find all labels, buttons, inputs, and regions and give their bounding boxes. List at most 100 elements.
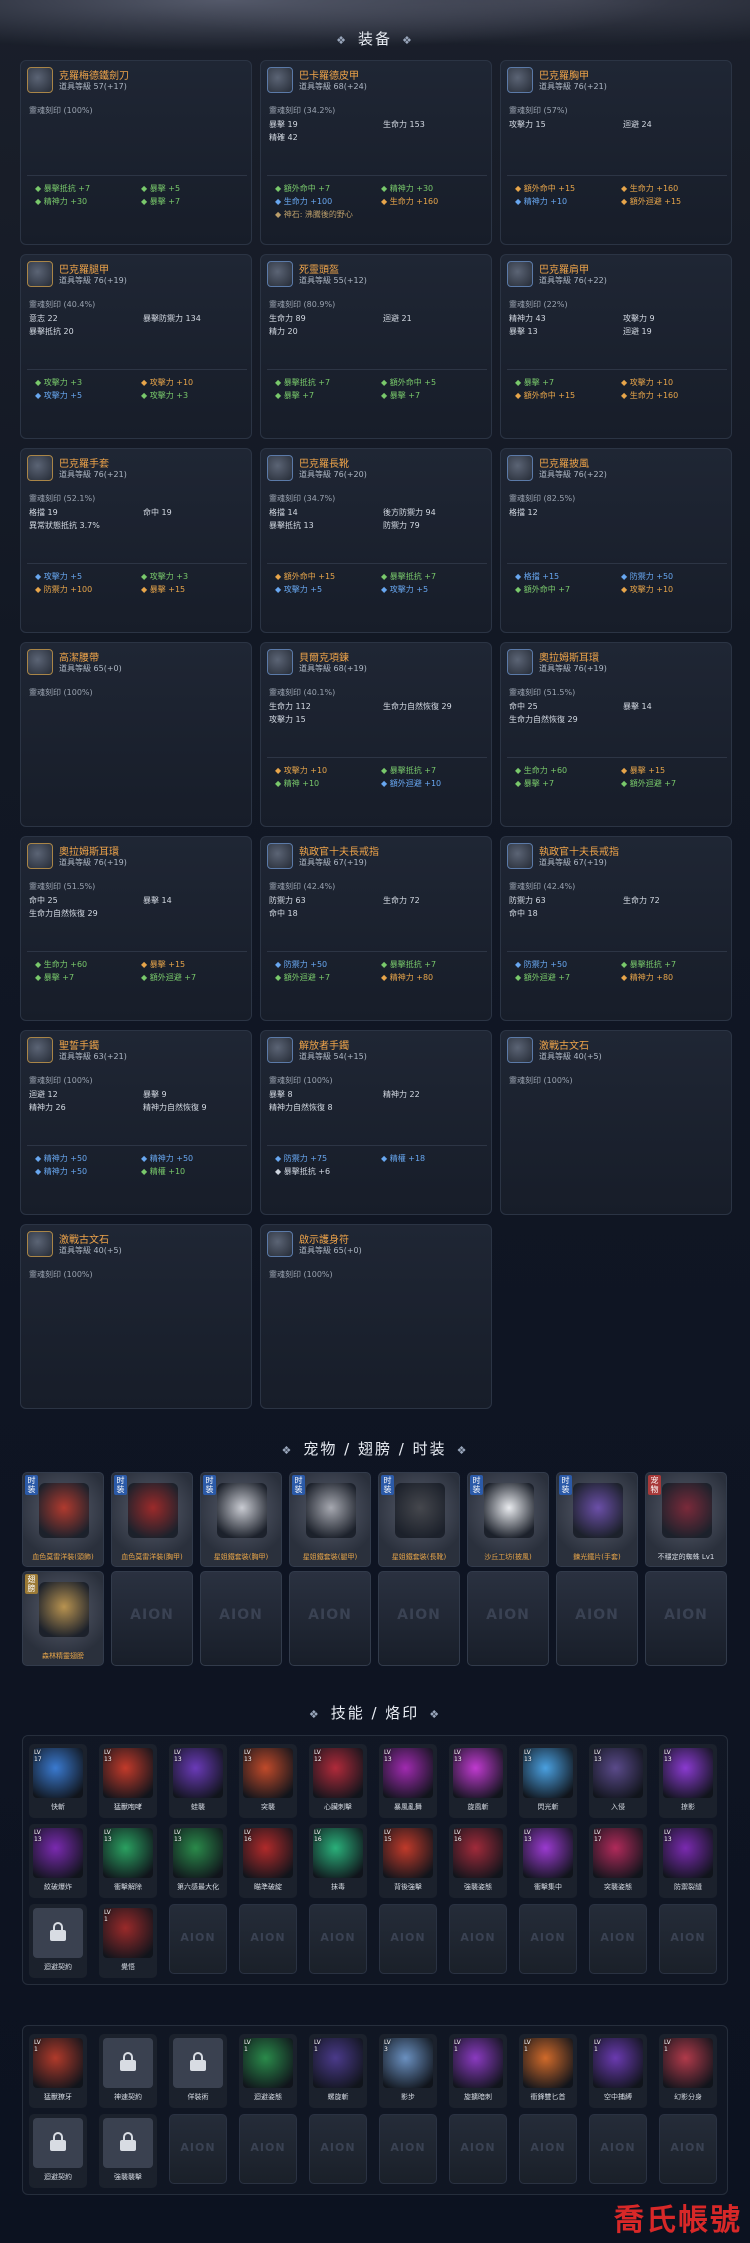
equipment-card[interactable]: 巴克羅手套 道具等級 76(+21) 靈魂刻印 (52.1%) 格擋 19 命中 19 異… [20, 448, 252, 633]
equipment-card[interactable]: 貝爾克項鍊 道具等級 68(+19) 靈魂刻印 (40.1%) 生命力 112 生命力自… [260, 642, 492, 827]
empty-skill-slot: AION [659, 2114, 717, 2184]
equipment-card[interactable]: 巴克羅腿甲 道具等級 76(+19) 靈魂刻印 (40.4%) 意志 22 暴擊防禦力 … [20, 254, 252, 439]
skill-slot[interactable]: LV 1 螺旋斬 [309, 2034, 367, 2108]
equipment-card[interactable]: 解放者手鐲 道具等級 54(+15) 靈魂刻印 (100%) 暴擊 8 精神力 22 精神… [260, 1030, 492, 1215]
skill-slot[interactable]: 迴避契約 [29, 1904, 87, 1978]
costume-slot[interactable]: 时装 星姐鐵套裝(長靴) [378, 1472, 460, 1567]
equipment-card[interactable]: 巴克羅肩甲 道具等級 76(+22) 靈魂刻印 (22%) 精神力 43 攻擊力 9 暴擊… [500, 254, 732, 439]
stat-value: 生命力 112 [269, 702, 311, 711]
skill-slot[interactable]: LV 1 空中捕縛 [589, 2034, 647, 2108]
costume-slot[interactable]: 时装 血色莫雷洋裝(胸甲) [111, 1472, 193, 1567]
skill-slot[interactable]: LV 13 第六感最大化 [169, 1824, 227, 1898]
costume-slot[interactable]: 时装 沙丘工坊(披風) [467, 1472, 549, 1567]
skill-slot[interactable]: LV 13 紋破爆炸 [29, 1824, 87, 1898]
equipment-card[interactable]: 聖誓手鐲 道具等級 63(+21) 靈魂刻印 (100%) 迴避 12 暴擊 9 精神力 … [20, 1030, 252, 1215]
equipment-card[interactable]: 激戰古文石 道具等級 40(+5) 靈魂刻印 (100%) [500, 1030, 732, 1215]
skill-slot[interactable]: LV 13 閃光斬 [519, 1744, 577, 1818]
bonus-value: ◆ 暴擊 +7 [35, 973, 75, 982]
skill-slot[interactable]: LV 13 防禦裂縫 [659, 1824, 717, 1898]
card-header: 死靈頭盔 道具等級 55(+12) [267, 261, 487, 291]
skill-slot[interactable]: LV 1 猛獸獠牙 [29, 2034, 87, 2108]
skill-slot[interactable]: LV 13 衝擊解除 [99, 1824, 157, 1898]
empty-slot[interactable]: AION [111, 1571, 193, 1666]
skill-slot[interactable]: LV 13 掠影 [659, 1744, 717, 1818]
skill-name: 猛獸獠牙 [44, 2093, 72, 2101]
costume-slot[interactable]: 翅膀 森林精靈翅膀 [22, 1571, 104, 1666]
item-icon [27, 67, 53, 93]
equipment-card[interactable]: 奧拉姆斯耳環 道具等級 76(+19) 靈魂刻印 (51.5%) 命中 25 暴擊 14… [20, 836, 252, 1021]
skill-slot[interactable]: LV 13 入侵 [589, 1744, 647, 1818]
skill-slot[interactable]: LV 15 背後強擊 [379, 1824, 437, 1898]
stat-row: 格擋 19 命中 19 [29, 507, 249, 520]
skill-slot[interactable]: LV 12 心臟刺擊 [309, 1744, 367, 1818]
skill-slot[interactable]: LV 1 覺悟 [99, 1904, 157, 1978]
skill-slot[interactable]: LV 1 衝鋒雙匕首 [519, 2034, 577, 2108]
bonus-value: ◆ 額外命中 +15 [515, 184, 576, 193]
skill-level: LV 1 [524, 2039, 531, 2053]
equipment-card[interactable]: 執政官十夫長戒指 道具等級 67(+19) 靈魂刻印 (42.4%) 防禦力 63 生命… [500, 836, 732, 1021]
bonus-row: ◆ 生命力 +100 ◆ 生命力 +160 [267, 196, 489, 209]
equipment-card[interactable]: 克羅梅德鐵劍刀 道具等級 57(+17) 靈魂刻印 (100%) ◆ 暴擊抵抗 +7 ◆… [20, 60, 252, 245]
empty-slot[interactable]: AION [289, 1571, 371, 1666]
stat-value: 精力 20 [269, 327, 298, 336]
stat-value: 暴擊 13 [509, 327, 538, 336]
item-level: 道具等級 67(+19) [299, 858, 367, 867]
equipment-card[interactable]: 執政官十夫長戒指 道具等級 67(+19) 靈魂刻印 (42.4%) 防禦力 63 生命… [260, 836, 492, 1021]
costume-icon [306, 1483, 356, 1538]
bonus-value: ◆ 額外迴避 +7 [621, 779, 677, 788]
empty-slot[interactable]: AION [645, 1571, 727, 1666]
stat-value: 格擋 14 [269, 508, 298, 517]
base-stats: 迴避 12 暴擊 9 精神力 26 精神力自然恢復 9 [29, 1089, 249, 1115]
skill-slot[interactable]: LV 16 抹毒 [309, 1824, 367, 1898]
skill-slot[interactable]: LV 13 衝擊集中 [519, 1824, 577, 1898]
skill-slot[interactable]: LV 3 影步 [379, 2034, 437, 2108]
soul-imprint: 靈魂刻印 (100%) [269, 1270, 333, 1279]
equipment-card[interactable]: 死靈頭盔 道具等級 55(+12) 靈魂刻印 (80.9%) 生命力 89 迴避 21 精… [260, 254, 492, 439]
stat-row: 生命力自然恢復 29 [29, 908, 249, 921]
skill-slot[interactable]: LV 13 旋風斬 [449, 1744, 507, 1818]
costume-slot[interactable]: 时装 星姐鐵套裝(胸甲) [200, 1472, 282, 1567]
equipment-card[interactable]: 奧拉姆斯耳環 道具等級 76(+19) 靈魂刻印 (51.5%) 命中 25 暴擊 14… [500, 642, 732, 827]
empty-slot[interactable]: AION [378, 1571, 460, 1666]
equipment-card[interactable]: 巴克羅長靴 道具等級 76(+20) 靈魂刻印 (34.7%) 格擋 14 後方防禦力 … [260, 448, 492, 633]
bonus-value: ◆ 攻擊力 +5 [35, 391, 83, 400]
skill-slot[interactable]: 佯裝術 [169, 2034, 227, 2108]
skill-slot[interactable]: LV 17 突襲姿態 [589, 1824, 647, 1898]
skill-slot[interactable]: 神速契約 [99, 2034, 157, 2108]
empty-slot[interactable]: AION [200, 1571, 282, 1666]
skill-slot[interactable]: 強襲襲擊 [99, 2114, 157, 2188]
stat-row: 精確 42 [269, 132, 489, 145]
empty-slot[interactable]: AION [467, 1571, 549, 1666]
skill-slot[interactable]: LV 17 快斬 [29, 1744, 87, 1818]
skill-slot[interactable]: LV 16 強襲姿態 [449, 1824, 507, 1898]
equipment-card[interactable]: 巴卡羅德皮甲 道具等級 68(+24) 靈魂刻印 (34.2%) 暴擊 19 生命力 1… [260, 60, 492, 245]
skill-slot[interactable]: LV 1 幻影分身 [659, 2034, 717, 2108]
aion-logo-icon: AION [320, 2141, 356, 2154]
stat-row: 精神力 26 精神力自然恢復 9 [29, 1102, 249, 1115]
stat-value: 迴避 21 [383, 314, 412, 323]
costume-slot[interactable]: 时装 星姐鐵套裝(腿甲) [289, 1472, 371, 1567]
skill-slot[interactable]: 迴避契約 [29, 2114, 87, 2188]
stat-row: 精神力 43 攻擊力 9 [509, 313, 729, 326]
bonus-row: ◆ 暴擊抵抗 +6 [267, 1166, 489, 1179]
skill-slot[interactable]: LV 13 突襲 [239, 1744, 297, 1818]
costume-slot[interactable]: 宠物 不穩定的蜘蛛 Lv1 [645, 1472, 727, 1567]
empty-slot[interactable]: AION [556, 1571, 638, 1666]
skill-slot[interactable]: LV 13 猛獸咆哮 [99, 1744, 157, 1818]
equipment-card[interactable]: 激戰古文石 道具等級 40(+5) 靈魂刻印 (100%) [20, 1224, 252, 1409]
equipment-card[interactable]: 高潔腰帶 道具等級 65(+0) 靈魂刻印 (100%) [20, 642, 252, 827]
bonus-value: ◆ 暴擊抵抗 +7 [381, 766, 437, 775]
skill-slot[interactable]: LV 13 暴風亂舞 [379, 1744, 437, 1818]
equipment-card[interactable]: 啟示護身符 道具等級 65(+0) 靈魂刻印 (100%) [260, 1224, 492, 1409]
base-stats: 攻擊力 15 迴避 24 [509, 119, 729, 132]
costume-slot[interactable]: 时装 鍊光鐵片(手套) [556, 1472, 638, 1567]
skill-slot[interactable]: LV 1 迴避姿態 [239, 2034, 297, 2108]
bonus-value: ◆ 額外命中 +15 [275, 572, 336, 581]
equipment-card[interactable]: 巴克羅胸甲 道具等級 76(+21) 靈魂刻印 (57%) 攻擊力 15 迴避 24 ◆ … [500, 60, 732, 245]
skill-slot[interactable]: LV 1 旋擴暗刺 [449, 2034, 507, 2108]
skill-slot[interactable]: LV 16 瞄準破綻 [239, 1824, 297, 1898]
skill-slot[interactable]: LV 13 蛙襲 [169, 1744, 227, 1818]
skill-level: LV 13 [244, 1749, 252, 1763]
equipment-card[interactable]: 巴克羅披風 道具等級 76(+22) 靈魂刻印 (82.5%) 格擋 12 ◆ 格擋 +… [500, 448, 732, 633]
costume-slot[interactable]: 时装 血色莫雷洋裝(頭飾) [22, 1472, 104, 1567]
